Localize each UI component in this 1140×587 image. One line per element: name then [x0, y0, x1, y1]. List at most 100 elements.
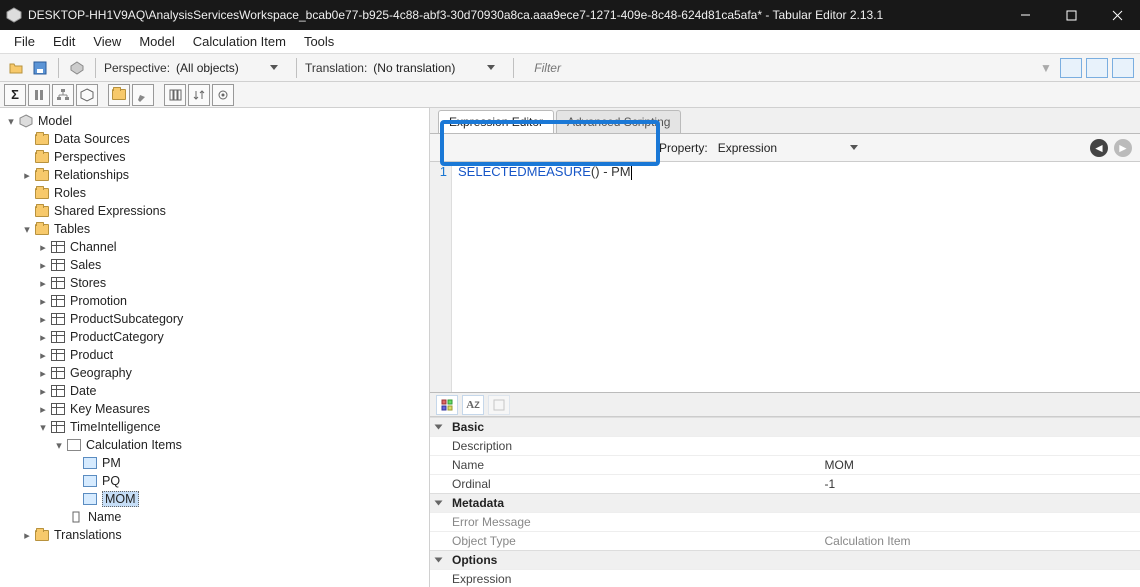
- code-keyword: SELECTEDMEASURE: [458, 164, 591, 179]
- table-icon: [51, 403, 65, 415]
- close-button[interactable]: [1094, 0, 1140, 30]
- menu-model[interactable]: Model: [139, 34, 174, 49]
- calc-item-icon: [83, 493, 97, 505]
- property-grid-toolbar: AZ: [430, 393, 1140, 417]
- tree-node-shared-expressions[interactable]: Shared Expressions: [0, 202, 429, 220]
- tree-node-calc-item-pq[interactable]: PQ: [0, 472, 429, 490]
- table-icon: [51, 277, 65, 289]
- editor-tabs: Expression Editor Advanced Scripting: [430, 108, 1140, 134]
- tree-node-perspectives[interactable]: Perspectives: [0, 148, 429, 166]
- property-grid[interactable]: Basic Description NameMOM Ordinal-1 Meta…: [430, 417, 1140, 587]
- expression-editor[interactable]: 1 SELECTEDMEASURE() - PM: [430, 162, 1140, 393]
- editor-toolbar: Property: Expression ◄ ►: [430, 134, 1140, 162]
- table-icon: [51, 241, 65, 253]
- deploy-icon[interactable]: [67, 58, 87, 78]
- pg-row[interactable]: Description: [430, 436, 1140, 455]
- view-mode-3[interactable]: [1112, 58, 1134, 78]
- menu-file[interactable]: File: [14, 34, 35, 49]
- translation-value: (No translation): [373, 61, 483, 75]
- tree-node-table[interactable]: ▸Sales: [0, 256, 429, 274]
- sigma-icon[interactable]: Σ: [4, 84, 26, 106]
- tree-node-tables[interactable]: ▾Tables: [0, 220, 429, 238]
- perspective-value: (All objects): [176, 61, 266, 75]
- open-icon[interactable]: [6, 58, 26, 78]
- table-icon: [51, 295, 65, 307]
- property-dropdown[interactable]: Expression: [718, 141, 858, 155]
- save-icon[interactable]: [30, 58, 50, 78]
- pg-category-options[interactable]: Options: [430, 550, 1140, 569]
- code-area[interactable]: SELECTEDMEASURE() - PM: [452, 162, 1140, 392]
- window-titlebar: DESKTOP-HH1V9AQ\AnalysisServicesWorkspac…: [0, 0, 1140, 30]
- table-icon: [51, 313, 65, 325]
- translation-label: Translation:: [305, 61, 367, 75]
- tree-node-table[interactable]: ▸Date: [0, 382, 429, 400]
- perspective-dropdown[interactable]: Perspective: (All objects): [104, 61, 278, 75]
- categorized-icon[interactable]: [436, 395, 458, 415]
- tab-advanced-scripting[interactable]: Advanced Scripting: [556, 110, 681, 133]
- column-icon[interactable]: [28, 84, 50, 106]
- pg-row: Error Message: [430, 512, 1140, 531]
- tree-node-roles[interactable]: Roles: [0, 184, 429, 202]
- pg-category-metadata[interactable]: Metadata: [430, 493, 1140, 512]
- nav-back-button[interactable]: ◄: [1090, 139, 1108, 157]
- tree-node-table[interactable]: ▸Product: [0, 346, 429, 364]
- menu-tools[interactable]: Tools: [304, 34, 334, 49]
- folder-icon[interactable]: [108, 84, 130, 106]
- tree-node-calc-item-pm[interactable]: PM: [0, 454, 429, 472]
- calc-item-icon: [83, 475, 97, 487]
- view-mode-2[interactable]: [1086, 58, 1108, 78]
- tree-node-timeintelligence[interactable]: ▾TimeIntelligence: [0, 418, 429, 436]
- tree-node-table[interactable]: ▸ProductSubcategory: [0, 310, 429, 328]
- property-pages-icon[interactable]: [488, 395, 510, 415]
- pg-category-basic[interactable]: Basic: [430, 417, 1140, 436]
- menu-calculation-item[interactable]: Calculation Item: [193, 34, 286, 49]
- columns-icon[interactable]: [164, 84, 186, 106]
- tree-node-translations[interactable]: ▸Translations: [0, 526, 429, 544]
- window-title: DESKTOP-HH1V9AQ\AnalysisServicesWorkspac…: [28, 8, 1002, 22]
- filter-icon[interactable]: ▼: [1036, 58, 1056, 78]
- tree-node-relationships[interactable]: ▸Relationships: [0, 166, 429, 184]
- menu-view[interactable]: View: [93, 34, 121, 49]
- tree-node-datasources[interactable]: Data Sources: [0, 130, 429, 148]
- pg-row[interactable]: NameMOM: [430, 455, 1140, 474]
- property-label: Property:: [659, 141, 708, 155]
- table-icon: [51, 259, 65, 271]
- filter-input[interactable]: [530, 59, 1032, 77]
- cube-icon[interactable]: [76, 84, 98, 106]
- tree-node-calculation-items[interactable]: ▾Calculation Items: [0, 436, 429, 454]
- minimize-button[interactable]: [1002, 0, 1048, 30]
- nav-forward-button[interactable]: ►: [1114, 139, 1132, 157]
- tree-node-calc-item-mom[interactable]: MOM: [0, 490, 429, 508]
- menu-bar: File Edit View Model Calculation Item To…: [0, 30, 1140, 54]
- folder-icon: [35, 152, 49, 163]
- line-gutter: 1: [430, 162, 452, 392]
- tree-node-table[interactable]: ▸ProductCategory: [0, 328, 429, 346]
- sort-icon[interactable]: [188, 84, 210, 106]
- view-mode-1[interactable]: [1060, 58, 1082, 78]
- tree-toolbar: Σ: [0, 82, 1140, 108]
- table-icon: [51, 331, 65, 343]
- pg-row[interactable]: Ordinal-1: [430, 474, 1140, 493]
- tab-expression-editor[interactable]: Expression Editor: [438, 110, 554, 133]
- pg-row: Object TypeCalculation Item: [430, 531, 1140, 550]
- tree-node-model[interactable]: ▾ Model: [0, 112, 429, 130]
- translation-dropdown[interactable]: Translation: (No translation): [305, 61, 495, 75]
- model-tree[interactable]: ▾ Model Data Sources Perspectives ▸Relat…: [0, 108, 430, 587]
- hierarchy-icon[interactable]: [52, 84, 74, 106]
- pg-row[interactable]: Expression: [430, 569, 1140, 587]
- tree-node-table[interactable]: ▸Key Measures: [0, 400, 429, 418]
- code-rest: () - PM: [591, 164, 631, 179]
- alphabetical-icon[interactable]: AZ: [462, 395, 484, 415]
- tree-node-table[interactable]: ▸Channel: [0, 238, 429, 256]
- menu-edit[interactable]: Edit: [53, 34, 75, 49]
- tree-node-table[interactable]: ▸Stores: [0, 274, 429, 292]
- tree-node-table[interactable]: ▸Geography: [0, 364, 429, 382]
- perspective-label: Perspective:: [104, 61, 170, 75]
- calc-items-icon: [67, 439, 81, 451]
- maximize-button[interactable]: [1048, 0, 1094, 30]
- settings-icon[interactable]: [212, 84, 234, 106]
- edit-icon[interactable]: [132, 84, 154, 106]
- tree-node-table[interactable]: ▸Promotion: [0, 292, 429, 310]
- table-icon: [51, 349, 65, 361]
- tree-node-name-column[interactable]: Name: [0, 508, 429, 526]
